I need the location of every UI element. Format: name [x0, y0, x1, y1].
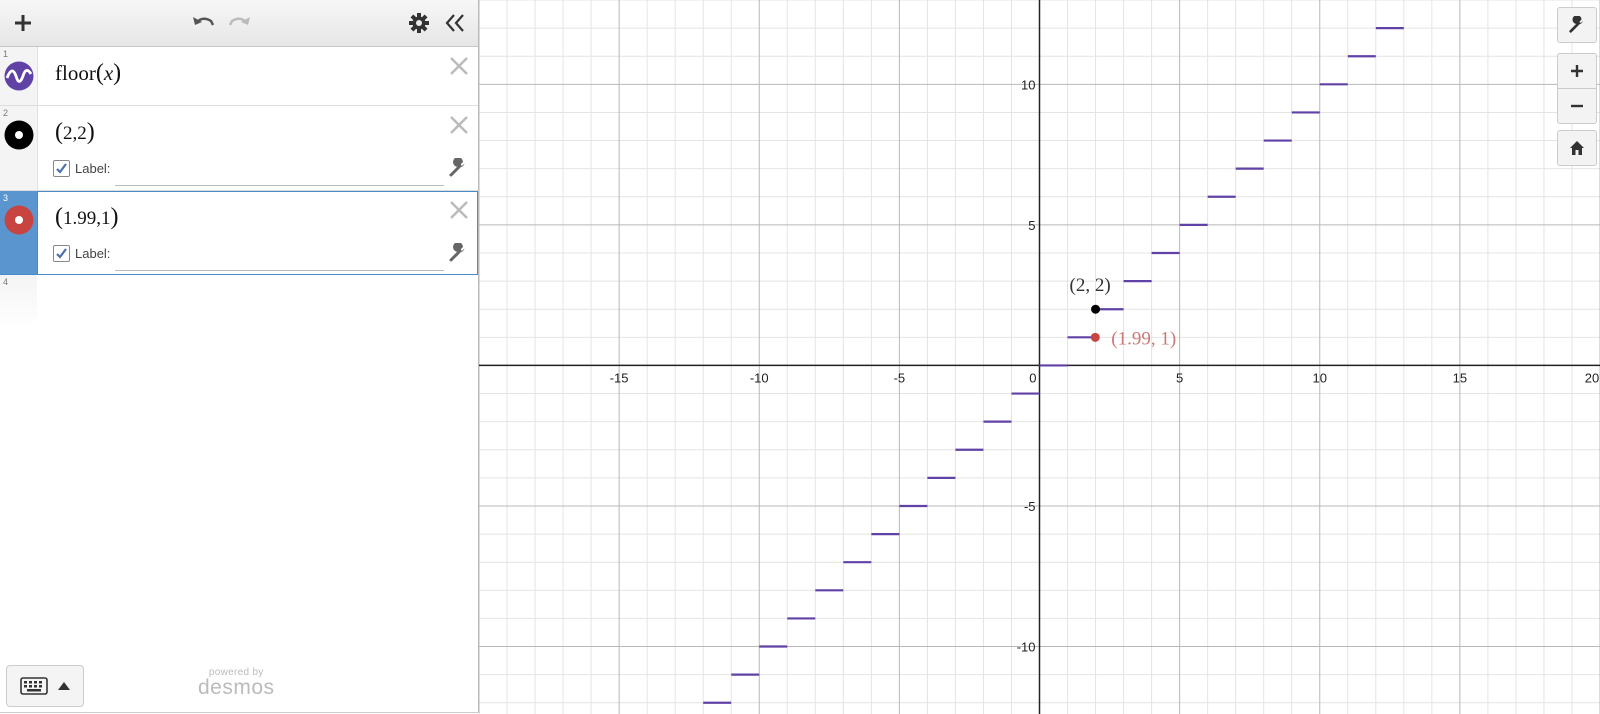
label-checkbox[interactable]	[53, 160, 70, 177]
x-tick-label: 15	[1453, 370, 1467, 385]
add-expression-button[interactable]	[8, 8, 38, 38]
powered-by-desmos[interactable]: powered by desmos	[198, 667, 275, 700]
expression-panel: 1 floor(x) 2 (2,2) Label: 3 (1.99,1) Lab…	[0, 0, 479, 713]
settings-button[interactable]	[404, 8, 434, 38]
label-text: Label:	[75, 161, 111, 176]
expression-formula[interactable]: floor(x)	[55, 60, 121, 87]
redo-icon	[228, 17, 250, 26]
keypad-toggle-button[interactable]	[6, 665, 84, 707]
label-toggle[interactable]: Label:	[53, 245, 110, 262]
plus-icon	[1571, 65, 1583, 77]
graph-paper[interactable]: -15 -10 -5 0 5 10 15 20 10 5 -5 -10 (2, 2) (1.99, 1)	[479, 0, 1600, 714]
wrench-icon[interactable]	[448, 243, 468, 263]
y-tick-label: 5	[1028, 218, 1035, 233]
zoom-in-button[interactable]	[1557, 53, 1597, 89]
y-tick-label: -5	[1024, 499, 1036, 514]
caret-up-icon	[58, 682, 70, 690]
expression-gutter: 1	[0, 47, 38, 105]
x-tick-label: 0	[1029, 370, 1036, 385]
label-input[interactable]	[115, 166, 444, 186]
point-label: (2, 2)	[1070, 275, 1111, 296]
expression-row[interactable]: 1 floor(x)	[0, 47, 478, 106]
label-input[interactable]	[115, 251, 444, 271]
plotted-point[interactable]	[1091, 304, 1101, 314]
expression-formula[interactable]: (1.99,1)	[55, 204, 119, 231]
x-tick-label: -15	[610, 370, 629, 385]
expression-index: 4	[3, 277, 9, 287]
expression-formula[interactable]: (2,2)	[55, 119, 95, 146]
undo-button[interactable]	[188, 8, 218, 38]
redo-button[interactable]	[225, 8, 255, 38]
expression-row[interactable]: 3 (1.99,1) Label:	[0, 191, 478, 275]
checkmark-icon	[56, 248, 67, 259]
label-checkbox[interactable]	[53, 245, 70, 262]
minus-icon	[1571, 104, 1583, 108]
close-icon[interactable]	[448, 114, 470, 136]
desmos-logo: desmos	[198, 676, 275, 699]
default-viewport-button[interactable]	[1557, 130, 1597, 166]
x-tick-label: -10	[750, 370, 769, 385]
label-toggle[interactable]: Label:	[53, 160, 110, 177]
expression-index: 1	[3, 49, 9, 59]
expression-toolbar	[0, 0, 478, 47]
expression-row[interactable]: 2 (2,2) Label:	[0, 106, 478, 191]
x-tick-label: -5	[894, 370, 906, 385]
expression-index: 2	[3, 108, 9, 118]
label-text: Label:	[75, 246, 111, 261]
plotted-point[interactable]	[1090, 332, 1100, 342]
gear-icon	[409, 13, 429, 33]
graph-controls	[1557, 7, 1597, 166]
empty-expression-row[interactable]: 4	[0, 275, 37, 327]
wrench-icon[interactable]	[448, 158, 468, 178]
x-tick-label: 10	[1313, 370, 1327, 385]
undo-icon	[193, 17, 215, 26]
point-color-icon[interactable]	[4, 205, 34, 235]
checkmark-icon	[56, 163, 67, 174]
close-icon[interactable]	[448, 199, 470, 221]
expression-index: 3	[3, 193, 9, 203]
point-label: (1.99, 1)	[1111, 328, 1176, 349]
x-tick-label: 20	[1585, 370, 1599, 385]
y-tick-label: -10	[1017, 640, 1036, 655]
expression-gutter: 3	[0, 191, 38, 274]
close-icon[interactable]	[448, 55, 470, 77]
double-chevron-left-icon	[445, 14, 464, 32]
plus-icon	[15, 15, 31, 31]
wrench-icon	[1569, 16, 1583, 33]
collapse-list-button[interactable]	[440, 8, 470, 38]
graph-settings-button[interactable]	[1557, 7, 1597, 43]
point-color-icon[interactable]	[4, 120, 34, 150]
expression-gutter: 2	[0, 106, 38, 190]
keyboard-icon	[20, 677, 48, 695]
home-icon	[1570, 141, 1584, 155]
zoom-out-button[interactable]	[1557, 89, 1597, 124]
y-tick-label: 10	[1021, 77, 1035, 92]
function-color-icon[interactable]	[4, 61, 34, 91]
x-tick-label: 5	[1176, 370, 1183, 385]
